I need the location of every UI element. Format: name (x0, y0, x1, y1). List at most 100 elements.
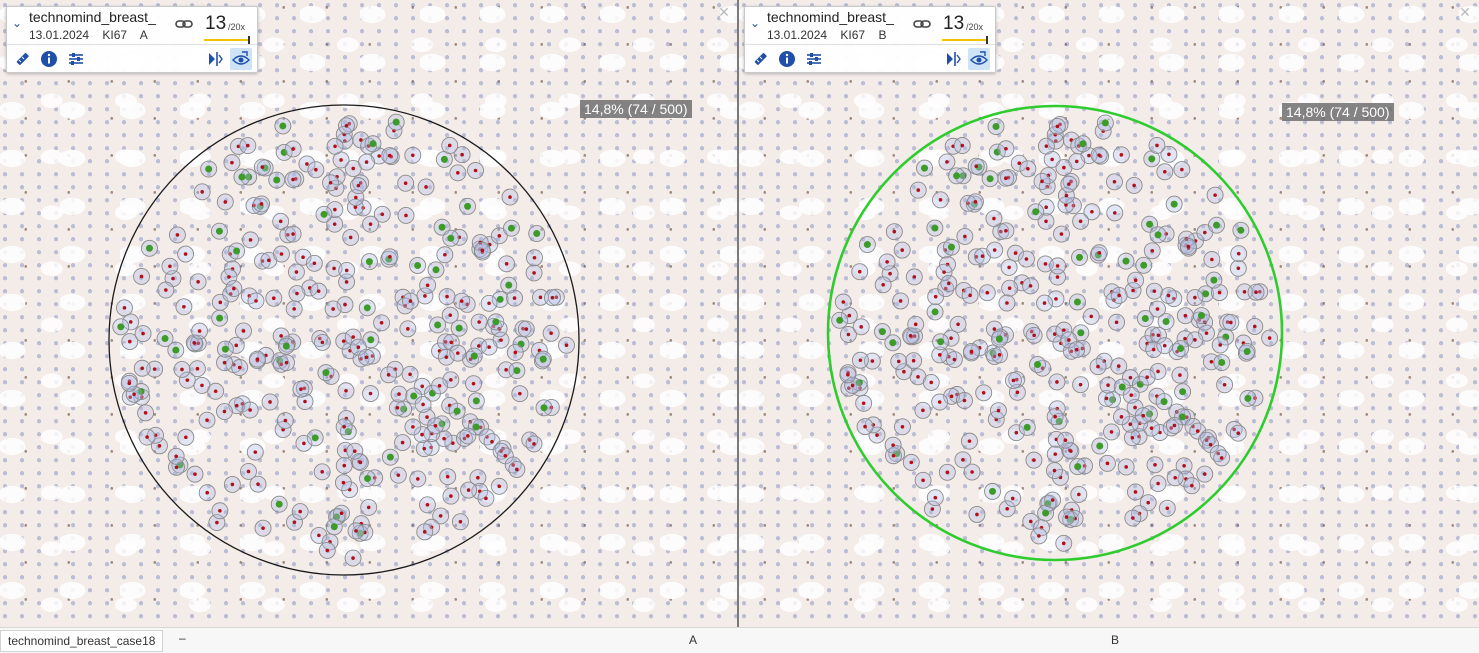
negative-nucleus-marker (459, 299, 464, 303)
positive-nucleus-marker (1218, 359, 1226, 367)
negative-nucleus-marker (963, 234, 967, 239)
negative-nucleus-marker (325, 548, 330, 553)
positive-nucleus-marker (1076, 253, 1084, 261)
positive-nucleus-marker (539, 355, 547, 363)
negative-nucleus-marker (444, 355, 449, 359)
negative-nucleus-marker (145, 435, 149, 439)
link-icon[interactable] (913, 18, 931, 30)
close-icon[interactable]: ✕ (716, 4, 732, 20)
positive-nucleus-marker (440, 155, 448, 163)
chevron-down-icon[interactable]: ⌄ (11, 17, 23, 29)
negative-nucleus-marker (268, 400, 272, 404)
negative-nucleus-marker (344, 280, 349, 284)
chevron-down-icon[interactable]: ⌄ (749, 17, 761, 29)
flip-icon[interactable] (942, 48, 964, 70)
negative-nucleus-marker (1055, 264, 1060, 268)
negative-nucleus-marker (421, 402, 425, 407)
negative-nucleus-marker (846, 373, 850, 377)
case-tab[interactable]: technomind_breast_case18 (0, 630, 164, 652)
negative-nucleus-marker (504, 368, 508, 372)
negative-nucleus-marker (164, 288, 168, 292)
viewer-pane-b[interactable]: ⌄ technomind_breast_ 13.01.2024 KI67 B 1… (739, 0, 1479, 627)
negative-nucleus-marker (241, 329, 246, 333)
negative-nucleus-marker (141, 331, 145, 336)
negative-nucleus-marker (1044, 205, 1048, 209)
negative-nucleus-marker (1183, 313, 1188, 318)
viewer-pane-a[interactable]: ⌄ technomind_breast_ 13.01.2024 KI67 A 1… (0, 0, 737, 627)
negative-nucleus-marker (921, 478, 925, 483)
negative-nucleus-marker (902, 369, 906, 374)
link-icon[interactable] (175, 18, 193, 30)
negative-nucleus-marker (1014, 430, 1019, 435)
close-icon[interactable]: ✕ (1457, 4, 1473, 20)
info-icon[interactable] (776, 48, 798, 70)
negative-nucleus-marker (358, 460, 363, 465)
info-icon[interactable] (38, 48, 60, 70)
negative-nucleus-marker (271, 296, 276, 301)
negative-nucleus-marker (259, 202, 264, 206)
zoom-indicator[interactable]: 13 /20x (199, 13, 251, 44)
negative-nucleus-marker (356, 345, 361, 350)
visibility-eye-icon[interactable] (968, 48, 990, 70)
negative-nucleus-marker (1055, 124, 1060, 129)
positive-nucleus-marker (470, 352, 478, 360)
negative-nucleus-marker (294, 270, 299, 274)
negative-nucleus-marker (1106, 383, 1110, 387)
negative-nucleus-marker (846, 332, 851, 337)
negative-nucleus-marker (1004, 228, 1008, 233)
negative-nucleus-marker (218, 508, 222, 513)
ruler-icon[interactable] (11, 48, 33, 70)
negative-nucleus-marker (564, 343, 569, 348)
negative-nucleus-marker (342, 463, 347, 468)
negative-nucleus-marker (1132, 183, 1136, 188)
positive-nucleus-marker (1179, 388, 1187, 396)
negative-nucleus-marker (267, 258, 271, 263)
flip-icon[interactable] (204, 48, 226, 70)
negative-nucleus-marker (466, 434, 470, 438)
negative-nucleus-marker (1267, 336, 1272, 340)
negative-nucleus-marker (870, 359, 875, 363)
negative-nucleus-marker (404, 213, 408, 218)
negative-nucleus-marker (157, 444, 162, 448)
negative-nucleus-marker (246, 469, 251, 474)
positive-nucleus-marker (311, 434, 319, 442)
negative-nucleus-marker (1050, 157, 1054, 162)
negative-nucleus-marker (445, 294, 449, 299)
negative-nucleus-marker (182, 304, 186, 309)
positive-nucleus-marker (513, 367, 521, 375)
settings-sliders-icon[interactable] (803, 48, 825, 70)
negative-nucleus-marker (1162, 343, 1167, 348)
negative-nucleus-marker (143, 411, 148, 415)
negative-nucleus-marker (937, 400, 942, 404)
negative-nucleus-marker (1145, 375, 1149, 379)
negative-nucleus-marker (891, 453, 896, 458)
zoom-indicator[interactable]: 13 /20x (937, 13, 989, 44)
negative-nucleus-marker (1007, 265, 1011, 270)
negative-nucleus-marker (1133, 278, 1138, 283)
negative-nucleus-marker (1208, 442, 1213, 447)
positive-nucleus-marker (1074, 463, 1082, 471)
positive-nucleus-marker (1212, 221, 1220, 229)
negative-nucleus-marker (339, 511, 344, 516)
negative-nucleus-marker (352, 449, 357, 453)
positive-nucleus-marker (1170, 200, 1178, 208)
negative-nucleus-marker (200, 190, 205, 194)
negative-nucleus-marker (1219, 456, 1224, 460)
negative-nucleus-marker (1104, 396, 1109, 401)
positive-nucleus-marker (215, 227, 223, 235)
visibility-eye-icon[interactable] (230, 48, 252, 70)
positive-nucleus-marker (117, 323, 125, 331)
negative-nucleus-marker (403, 181, 408, 186)
negative-nucleus-marker (396, 473, 401, 477)
settings-sliders-icon[interactable] (65, 48, 87, 70)
zoom-max: /20x (966, 22, 984, 32)
ruler-icon[interactable] (749, 48, 771, 70)
negative-nucleus-marker (292, 520, 297, 525)
negative-nucleus-marker (921, 408, 925, 413)
positive-nucleus-marker (447, 234, 455, 242)
negative-nucleus-marker (1213, 193, 1217, 197)
negative-nucleus-marker (1011, 378, 1016, 383)
negative-nucleus-marker (232, 286, 236, 291)
negative-nucleus-marker (538, 295, 543, 300)
negative-nucleus-marker (1236, 251, 1241, 256)
